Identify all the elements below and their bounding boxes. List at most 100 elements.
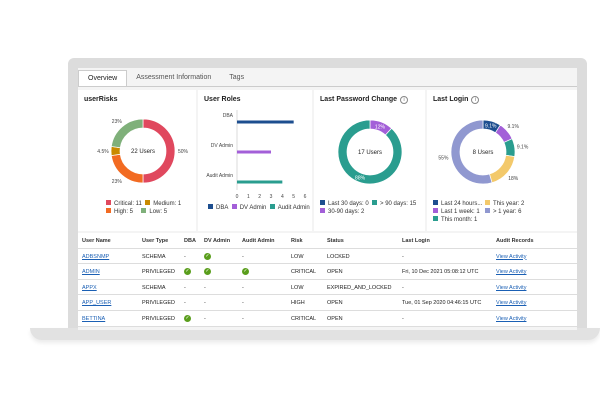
dba-swatch [208,204,213,209]
low-swatch [141,208,147,213]
header-user-type: User Type [142,238,169,244]
password-legend: Last 30 days: 0 > 90 days: 15 30-90 days… [320,200,416,216]
table-header: User Name User Type DBA DV Admin Audit Admin… [78,233,577,249]
slice-label: 9.1% [508,124,520,130]
check-icon: ✓ [204,268,211,276]
cell-last-login: - [402,284,404,291]
header-status: Status [327,238,344,244]
bar-dba [237,120,294,124]
legend-this-month: This month: 1 [441,217,478,223]
header-audit-admin: Audit Admin [242,238,275,244]
last-24h-swatch [433,200,438,205]
header-dba: DBA [184,238,196,244]
table-row: ADBSNMP SCHEMA - ✓ - LOW LOCKED - View Activity [78,249,577,265]
cell-risk: LOW [291,253,304,260]
category-label: Audit Admin [206,173,233,179]
cell-user-type: PRIVILEGED [142,300,176,307]
user-name-link[interactable]: APPX [82,285,97,291]
x-tick-label: 4 [281,194,284,200]
slice-label: 12% [375,124,386,130]
screen: Overview Assessment Information Tags use… [78,68,577,330]
view-activity-link[interactable]: View Activity [496,316,526,322]
cell-audit-admin: - [242,315,244,322]
header-dv-admin: DV Admin [204,238,231,244]
30-90-swatch [320,208,325,213]
cell-status: LOCKED [327,253,350,260]
header-audit-records: Audit Records [496,238,534,244]
cell-last-login: Fri, 10 Dec 2021 05:08:12 UTC [402,269,479,276]
this-year-swatch [485,200,490,205]
user-roles-card: User Roles DBA DV Admin Audit Admin 0 1 2 3 4 5 6… [198,90,312,231]
over-1-year-swatch [485,208,490,213]
tab-divider [78,86,577,87]
user-name-link[interactable]: ADBSNMP [82,254,109,260]
user-risks-legend: Critical: 11 Medium: 1 High: 5 Low: 5 [106,200,181,216]
table-row: APP_USER PRIVILEGED - - - HIGH OPEN Tue, 01 Sep… [78,295,577,311]
check-icon: ✓ [242,268,249,276]
view-activity-link[interactable]: View Activity [496,254,526,260]
legend-dba: DBA [216,205,229,211]
user-roles-legend: DBA DV Admin Audit Admin [208,204,310,212]
cell-risk: LOW [291,284,304,291]
category-label: DBA [223,113,234,119]
legend-medium: Medium: 1 [153,201,182,207]
x-tick-label: 3 [270,194,273,200]
view-activity-link[interactable]: View Activity [496,300,526,306]
legend-dv-admin: DV Admin [239,205,267,211]
legend-critical: Critical: 11 [114,201,142,207]
donut-center-label: 8 Users [473,150,494,156]
check-icon: ✓ [184,314,191,322]
slice-label: 9.1% [485,124,497,130]
donut-center-label: 17 Users [358,150,382,156]
user-name-link[interactable]: APP_USER [82,300,111,306]
legend-30-90: 30-90 days: 2 [328,209,365,215]
slice-label: 23% [112,179,123,185]
tab-overview[interactable]: Overview [78,70,128,87]
view-activity-link[interactable]: View Activity [496,269,526,275]
cell-audit-admin: - [242,300,244,307]
slice-label: 55% [438,156,449,162]
cell-status: OPEN [327,269,343,276]
cell-user-type: PRIVILEGED [142,269,176,276]
slice-label: 50% [178,149,189,155]
last-week-swatch [433,208,438,213]
dv-admin-swatch [231,204,237,209]
check-icon: ✓ [204,252,211,260]
legend-last-30: Last 30 days: 0 [328,201,369,207]
cell-last-login: - [402,315,404,322]
table-row: BETTINA PRIVILEGED ✓ - - CRITICAL OPEN - View Ac… [78,311,577,327]
legend-audit-admin: Audit Admin [277,205,310,211]
cell-audit-admin: - [242,284,244,291]
user-name-link[interactable]: ADMIN [82,269,100,275]
slice-label: 23% [112,119,123,125]
cell-last-login: Tue, 01 Sep 2020 04:46:15 UTC [402,300,482,307]
check-icon: ✓ [184,268,191,276]
critical-swatch [106,200,111,205]
donut-slice-this-month [503,138,516,157]
slice-label: 18% [508,176,519,182]
tab-assessment-information[interactable]: Assessment Information [127,70,221,87]
login-legend: Last 24 hours... This year: 2 Last 1 week… [433,200,524,224]
cell-status: OPEN [327,315,343,322]
tab-tags[interactable]: Tags [220,70,254,87]
cell-risk: CRITICAL [291,315,317,322]
cell-dv-admin: - [204,300,206,307]
password-change-card: Last Password Change i 12% 88% 17 Users Las… [314,90,425,231]
cell-user-type: SCHEMA [142,284,166,291]
medium-swatch [145,200,151,205]
cell-user-type: SCHEMA [142,253,166,260]
user-name-link[interactable]: BETTINA [82,316,105,322]
bar-dv-admin [237,150,271,154]
cell-risk: CRITICAL [291,269,317,276]
users-table: User Name User Type DBA DV Admin Audit Admin… [78,233,577,327]
header-risk: Risk [291,238,303,244]
view-activity-link[interactable]: View Activity [496,285,526,291]
cell-status: EXPIRED_AND_LOCKED [327,284,392,291]
x-tick-label: 0 [236,194,239,200]
cell-audit-admin: - [242,253,244,260]
audit-admin-swatch [269,204,275,209]
cell-status: OPEN [327,300,343,307]
cell-dv-admin: - [204,284,206,291]
last-30-swatch [320,200,325,205]
x-tick-label: 1 [247,194,250,200]
